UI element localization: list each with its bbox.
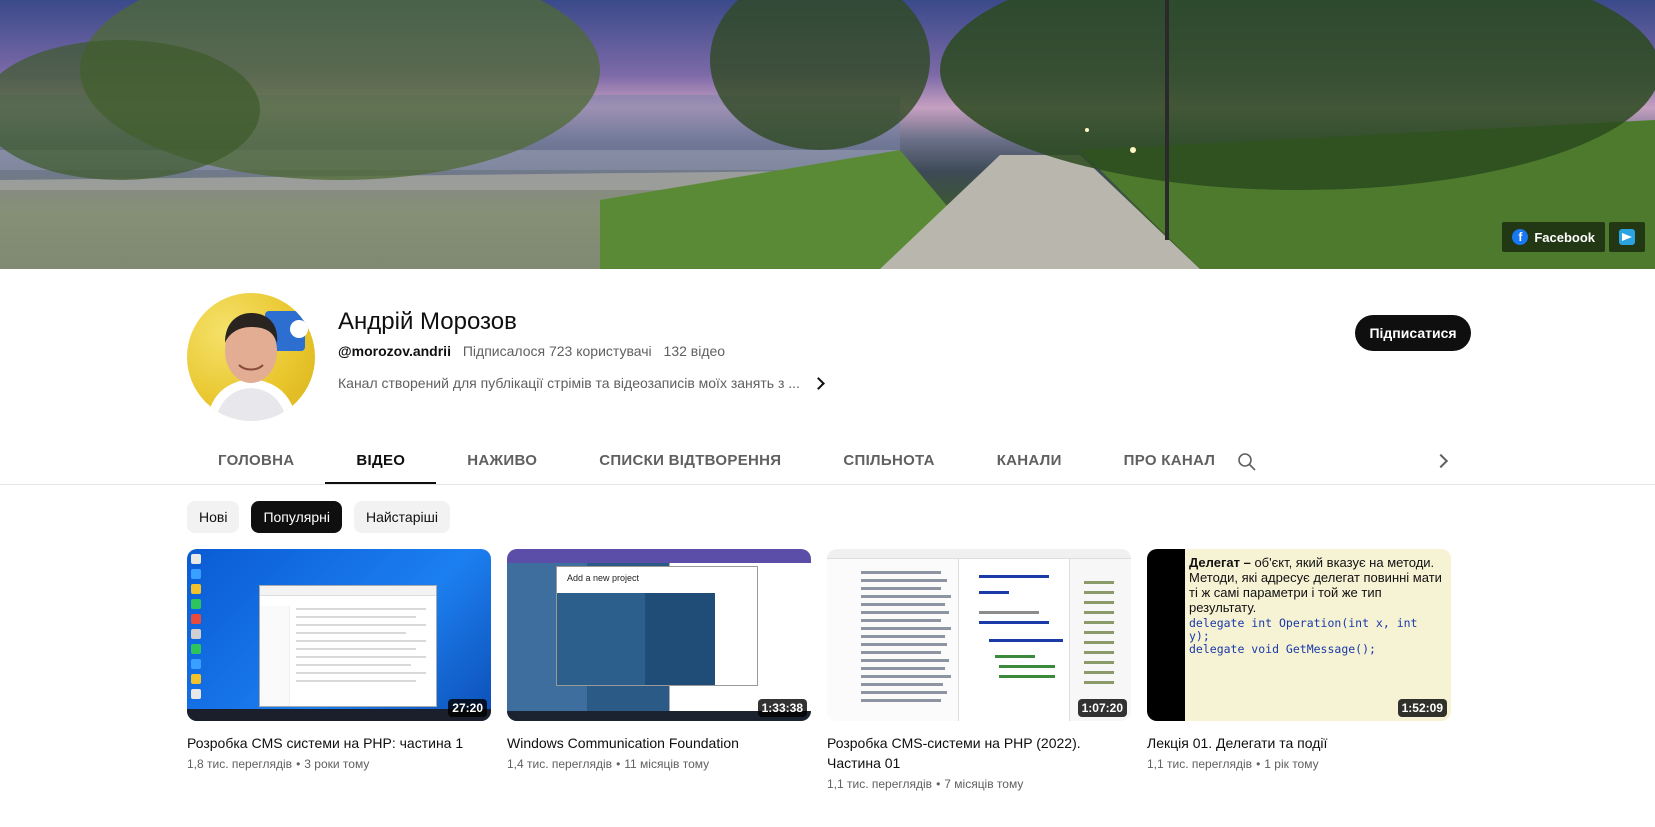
video-age: 3 роки тому xyxy=(304,757,370,771)
thumbnail-dialog-title: Add a new project xyxy=(567,573,640,583)
new-project-dialog: Add a new project xyxy=(557,567,757,685)
channel-description[interactable]: Канал створений для публікації стрімів т… xyxy=(338,375,825,391)
chevron-right-icon xyxy=(812,376,825,390)
search-icon[interactable] xyxy=(1237,452,1257,472)
video-age: 11 місяців тому xyxy=(624,757,710,771)
slide-term: Делегат – xyxy=(1189,555,1251,570)
video-views: 1,4 тис. переглядів xyxy=(507,757,613,771)
explorer-window xyxy=(259,585,437,707)
tabs-divider xyxy=(0,484,1655,485)
video-duration: 27:20 xyxy=(448,699,487,717)
tab-home[interactable]: ГОЛОВНА xyxy=(187,440,325,485)
video-card[interactable]: 27:20 Розробка CMS системи на PHP: части… xyxy=(187,549,491,791)
subscribe-button[interactable]: Підписатися xyxy=(1355,315,1471,351)
video-card[interactable]: 1:07:20 Розробка CMS-системи на PHP (202… xyxy=(827,549,1131,791)
video-title[interactable]: Windows Communication Foundation xyxy=(507,733,811,753)
desktop-icons xyxy=(187,549,207,721)
channel-handle: @morozov.andrii xyxy=(338,343,451,359)
video-duration: 1:33:38 xyxy=(757,699,807,717)
video-thumbnail[interactable]: Делегат – об'єкт, який вказує на методи.… xyxy=(1147,549,1451,721)
video-views: 1,1 тис. переглядів xyxy=(1147,757,1253,771)
video-views: 1,1 тис. переглядів xyxy=(827,777,933,791)
video-duration: 1:07:20 xyxy=(1077,699,1127,717)
video-meta: 1,1 тис. переглядів • 1 рік тому xyxy=(1147,757,1319,771)
channel-avatar[interactable] xyxy=(187,293,315,421)
channel-name: Андрій Морозов xyxy=(338,308,517,335)
video-thumbnail[interactable]: 1:07:20 xyxy=(827,549,1131,721)
facebook-link-label: Facebook xyxy=(1534,229,1595,245)
channel-meta: @morozov.andrii Підписалося 723 користув… xyxy=(338,343,733,359)
telegram-icon xyxy=(1619,229,1635,245)
tab-community[interactable]: СПІЛЬНОТА xyxy=(812,440,965,485)
video-meta: 1,8 тис. переглядів • 3 роки тому xyxy=(187,757,370,771)
chip-newest[interactable]: Нові xyxy=(187,501,240,533)
slide-code-line: delegate int Operation(int x, int y); xyxy=(1189,616,1418,643)
video-card[interactable]: Add a new project 1:33:38 Windows Commun… xyxy=(507,549,811,791)
video-card[interactable]: Делегат – об'єкт, який вказує на методи.… xyxy=(1147,549,1451,791)
channel-tabs: ГОЛОВНА ВІДЕО НАЖИВО СПИСКИ ВІДТВОРЕННЯ … xyxy=(187,440,1246,485)
tabs-scroll-right-icon[interactable] xyxy=(1433,453,1449,469)
video-views: 1,8 тис. переглядів xyxy=(187,757,293,771)
video-grid: 27:20 Розробка CMS системи на PHP: части… xyxy=(187,549,1451,791)
video-age: 7 місяців тому xyxy=(944,777,1024,791)
video-title[interactable]: Розробка CMS системи на PHP: частина 1 xyxy=(187,733,491,753)
ide-project-tree xyxy=(827,559,959,721)
video-count: 132 відео xyxy=(663,343,726,359)
ide-code-editor xyxy=(959,559,1069,721)
channel-banner: f Facebook xyxy=(0,0,1655,269)
tab-playlists[interactable]: СПИСКИ ВІДТВОРЕННЯ xyxy=(568,440,812,485)
chip-popular[interactable]: Популярні xyxy=(251,501,342,533)
tab-about[interactable]: ПРО КАНАЛ xyxy=(1093,440,1246,485)
subscriber-count: Підписалося 723 користувачі xyxy=(462,343,652,359)
telegram-link[interactable] xyxy=(1609,222,1645,252)
tab-channels[interactable]: КАНАЛИ xyxy=(966,440,1093,485)
video-thumbnail[interactable]: Add a new project 1:33:38 xyxy=(507,549,811,721)
channel-description-text: Канал створений для публікації стрімів т… xyxy=(338,375,800,391)
video-meta: 1,4 тис. переглядів • 11 місяців тому xyxy=(507,757,710,771)
video-duration: 1:52:09 xyxy=(1397,699,1447,717)
video-meta: 1,1 тис. переглядів • 7 місяців тому xyxy=(827,777,1024,791)
tab-videos[interactable]: ВІДЕО xyxy=(325,440,437,485)
tab-live[interactable]: НАЖИВО xyxy=(436,440,568,485)
video-title[interactable]: Розробка CMS-системи на PHP (2022). Част… xyxy=(827,733,1131,773)
slide-code-line: delegate void GetMessage(); xyxy=(1189,642,1376,656)
video-title[interactable]: Лекція 01. Делегати та події xyxy=(1147,733,1451,753)
facebook-link[interactable]: f Facebook xyxy=(1502,222,1605,252)
avatar-photo xyxy=(207,311,308,421)
chip-oldest[interactable]: Найстаріші xyxy=(353,501,450,533)
facebook-icon: f xyxy=(1512,229,1529,245)
lecture-slide-text: Делегат – об'єкт, який вказує на методи.… xyxy=(1189,555,1445,656)
video-thumbnail[interactable]: 27:20 xyxy=(187,549,491,721)
banner-landscape-image xyxy=(0,0,1655,269)
sort-chips: Нові Популярні Найстаріші xyxy=(187,501,450,533)
ide-side-panel xyxy=(1069,559,1131,721)
video-age: 1 рік тому xyxy=(1264,757,1319,771)
